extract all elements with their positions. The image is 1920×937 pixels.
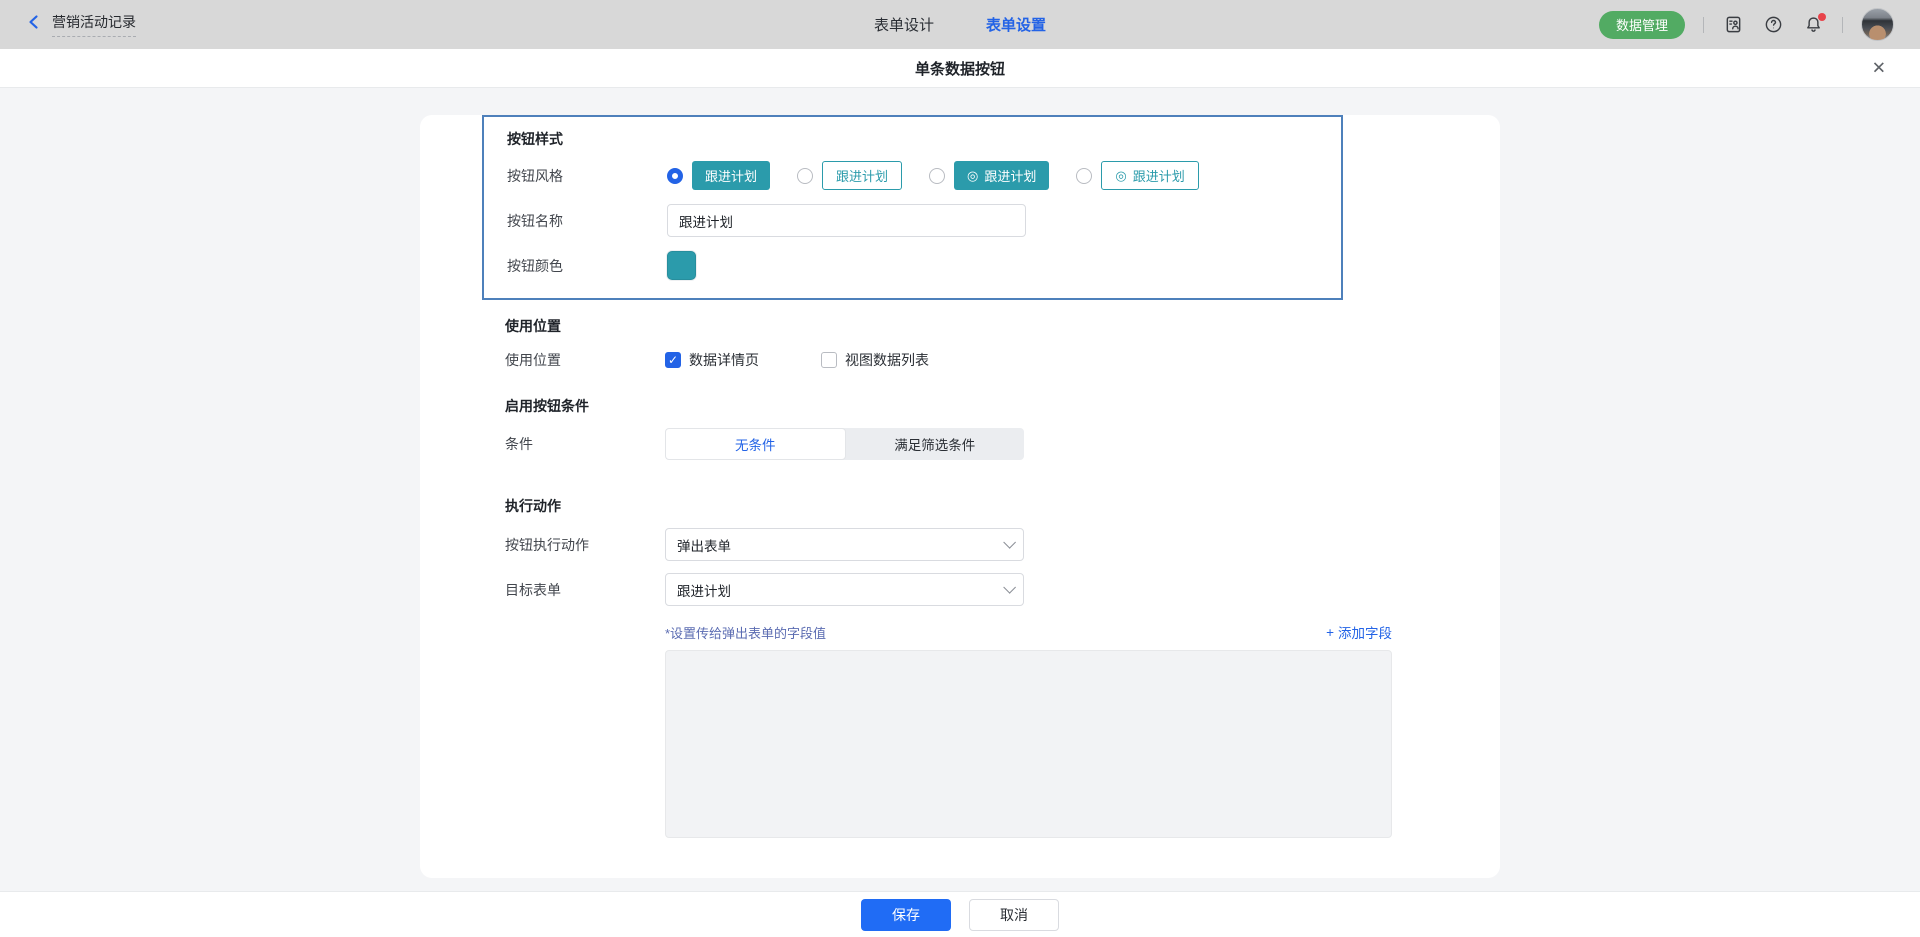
target-form-select-value: 跟进计划 <box>677 580 731 600</box>
usage-options: ✓ 数据详情页 视图数据列表 <box>665 350 929 370</box>
notifications-bell-icon[interactable] <box>1802 14 1824 36</box>
button-preview-outline: 跟进计划 <box>822 161 902 190</box>
contacts-icon[interactable] <box>1722 14 1744 36</box>
settings-content: 按钮样式 按钮风格 跟进计划 跟进计划 <box>0 88 1920 891</box>
back-button[interactable] <box>26 14 42 35</box>
button-color-swatch[interactable] <box>667 251 696 280</box>
section-heading-condition: 启用按钮条件 <box>505 396 1500 416</box>
button-style-section: 按钮样式 按钮风格 跟进计划 跟进计划 <box>482 115 1343 300</box>
form-name[interactable]: 营销活动记录 <box>52 12 136 37</box>
modal-header: 单条数据按钮 ✕ <box>0 49 1920 88</box>
help-icon[interactable] <box>1762 14 1784 36</box>
settings-card: 按钮样式 按钮风格 跟进计划 跟进计划 <box>420 115 1500 878</box>
condition-segmented-control: 无条件 满足筛选条件 <box>665 428 1024 460</box>
chevron-down-icon <box>1003 581 1016 594</box>
button-name-input[interactable] <box>667 204 1026 237</box>
modal-title: 单条数据按钮 <box>915 58 1005 79</box>
usage-section: 使用位置 使用位置 ✓ 数据详情页 视图数据列表 <box>420 316 1500 370</box>
button-preview-solid-icon: ◎ 跟进计划 <box>954 161 1049 190</box>
back-chevron-icon <box>26 14 42 35</box>
add-field-label: 添加字段 <box>1338 622 1392 642</box>
checkbox-label: 数据详情页 <box>689 350 759 370</box>
section-heading-usage: 使用位置 <box>505 316 1500 336</box>
divider <box>1703 17 1704 33</box>
radio-selected-icon <box>667 168 683 184</box>
topbar: 营销活动记录 表单设计 表单设置 数据管理 <box>0 0 1920 49</box>
radio-icon <box>797 168 813 184</box>
tab-form-settings[interactable]: 表单设置 <box>986 14 1046 35</box>
avatar[interactable] <box>1861 8 1894 41</box>
button-emblem-icon: ◎ <box>1115 169 1126 182</box>
action-select-value: 弹出表单 <box>677 535 731 555</box>
add-field-button[interactable]: + 添加字段 <box>1326 622 1392 642</box>
radio-icon <box>929 168 945 184</box>
topbar-tabs: 表单设计 表单设置 <box>874 0 1046 49</box>
button-preview-label: 跟进计划 <box>984 166 1036 185</box>
checkbox-checked-icon: ✓ <box>665 352 681 368</box>
condition-section: 启用按钮条件 条件 无条件 满足筛选条件 <box>420 396 1500 460</box>
save-button[interactable]: 保存 <box>861 899 951 931</box>
notification-badge <box>1818 13 1826 21</box>
footer: 保存 取消 <box>0 891 1920 937</box>
action-section: 执行动作 按钮执行动作 弹出表单 目标表单 跟进计划 <box>420 496 1500 838</box>
label-condition: 条件 <box>505 434 665 454</box>
chevron-down-icon <box>1003 536 1016 549</box>
label-button-color: 按钮颜色 <box>507 256 667 276</box>
target-form-select[interactable]: 跟进计划 <box>665 573 1024 606</box>
label-button-style: 按钮风格 <box>507 166 667 186</box>
close-icon[interactable]: ✕ <box>1872 60 1886 77</box>
tab-form-design[interactable]: 表单设计 <box>874 14 934 35</box>
button-preview-label: 跟进计划 <box>705 166 757 185</box>
divider <box>1842 17 1843 33</box>
button-preview-outline-icon: ◎ 跟进计划 <box>1101 161 1198 190</box>
style-option-outline[interactable]: 跟进计划 <box>797 161 902 190</box>
checkbox-label: 视图数据列表 <box>845 350 929 370</box>
cancel-button[interactable]: 取消 <box>969 899 1059 931</box>
field-values-block: *设置传给弹出表单的字段值 + 添加字段 <box>665 622 1392 838</box>
action-select[interactable]: 弹出表单 <box>665 528 1024 561</box>
section-heading-action: 执行动作 <box>505 496 1500 516</box>
label-usage: 使用位置 <box>505 350 665 370</box>
button-preview-solid: 跟进计划 <box>692 161 770 190</box>
label-button-name: 按钮名称 <box>507 211 667 231</box>
label-action: 按钮执行动作 <box>505 535 665 555</box>
segment-filter-condition[interactable]: 满足筛选条件 <box>846 428 1025 460</box>
style-option-solid-icon[interactable]: ◎ 跟进计划 <box>929 161 1049 190</box>
checkbox-detail-page[interactable]: ✓ 数据详情页 <box>665 350 759 370</box>
button-style-options: 跟进计划 跟进计划 ◎ <box>667 161 1199 190</box>
field-values-panel <box>665 650 1392 838</box>
button-preview-label: 跟进计划 <box>1133 166 1185 185</box>
field-values-label: *设置传给弹出表单的字段值 <box>665 623 826 642</box>
button-emblem-icon: ◎ <box>967 169 978 182</box>
button-preview-label: 跟进计划 <box>836 166 888 185</box>
label-target-form: 目标表单 <box>505 580 665 600</box>
plus-icon: + <box>1326 625 1334 640</box>
section-heading-button-style: 按钮样式 <box>507 129 1341 149</box>
checkbox-unchecked-icon <box>821 352 837 368</box>
radio-icon <box>1076 168 1092 184</box>
data-manage-button[interactable]: 数据管理 <box>1599 11 1685 39</box>
style-option-solid[interactable]: 跟进计划 <box>667 161 770 190</box>
spacer <box>505 622 665 629</box>
checkbox-view-list[interactable]: 视图数据列表 <box>821 350 929 370</box>
style-option-outline-icon[interactable]: ◎ 跟进计划 <box>1076 161 1198 190</box>
segment-no-condition[interactable]: 无条件 <box>665 428 846 460</box>
